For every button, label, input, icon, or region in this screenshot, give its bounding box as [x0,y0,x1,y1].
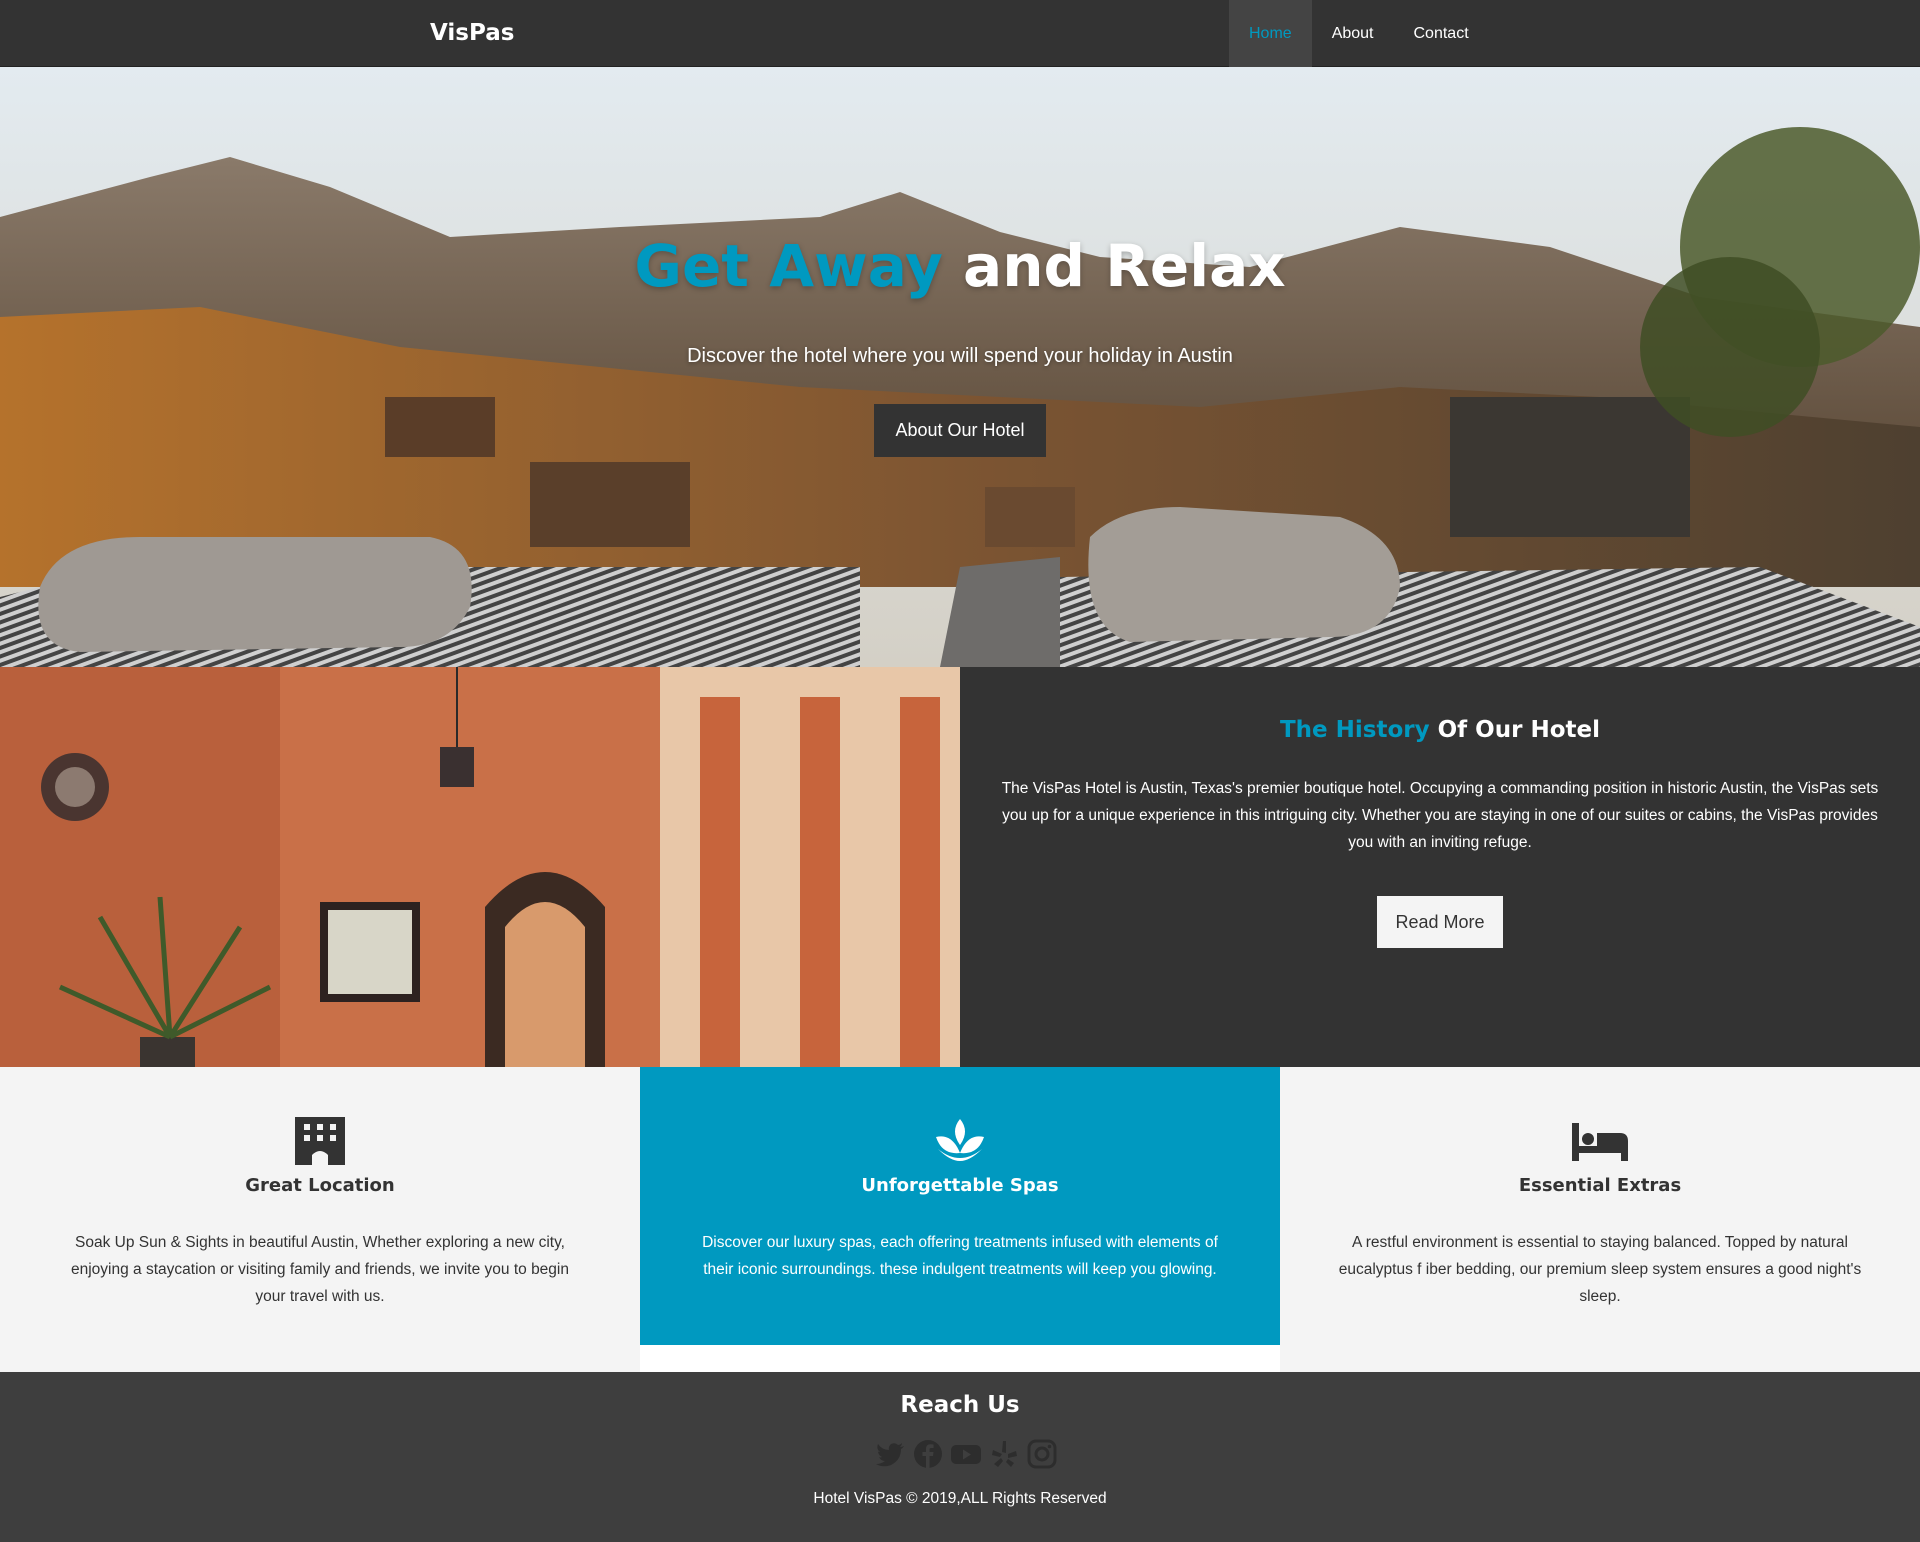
navbar: VisPas Home About Contact [0,0,1920,67]
history-title-rest: Of Our Hotel [1429,717,1600,743]
footer-title: Reach Us [900,1392,1020,1418]
social-links [874,1438,1058,1470]
feature-unforgettable-spas: Unforgettable Spas Discover our luxury s… [640,1067,1280,1345]
facebook-icon[interactable] [912,1438,944,1470]
feature-title: Essential Extras [1518,1175,1682,1196]
brand-logo[interactable]: VisPas [430,0,514,67]
footer: Reach Us Hotel VisPas © 2019,ALL Rights … [0,1372,1920,1542]
building-icon [295,1117,345,1165]
feature-title: Unforgettable Spas [861,1175,1059,1196]
bed-icon [1572,1123,1628,1161]
nav-links: Home About Contact [1229,0,1489,67]
hero-title: Get Away and Relax [0,232,1920,300]
nav-about-link[interactable]: About [1312,0,1394,67]
copyright-text: Hotel VisPas © 2019,ALL Rights Reserved [813,1490,1107,1507]
hero-subtitle: Discover the hotel where you will spend … [687,345,1233,367]
history-title-accent: The History [1279,717,1430,743]
history-text: The VisPas Hotel is Austin, Texas's prem… [1001,780,1879,851]
history-panel: The History Of Our Hotel The VisPas Hote… [960,667,1920,1067]
hero-title-rest: and Relax [942,232,1286,300]
feature-text: Discover our luxury spas, each offering … [702,1234,1218,1278]
feature-text: A restful environment is essential to st… [1338,1234,1862,1305]
nav-contact-link[interactable]: Contact [1394,0,1489,67]
youtube-icon[interactable] [950,1438,982,1470]
feature-text: Soak Up Sun & Sights in beautiful Austin… [71,1234,569,1305]
spa-lotus-icon [936,1119,984,1161]
nav-home-link[interactable]: Home [1229,0,1312,67]
feature-title: Great Location [245,1175,395,1196]
feature-essential-extras: Essential Extras A restful environment i… [1280,1067,1920,1372]
history-title: The History Of Our Hotel [960,717,1920,743]
features-section: Great Location Soak Up Sun & Sights in b… [0,1067,1920,1372]
hero-title-accent: Get Away [634,232,943,300]
feature-great-location: Great Location Soak Up Sun & Sights in b… [0,1067,640,1372]
hero-section: Get Away and Relax Discover the hotel wh… [0,67,1920,667]
twitter-icon[interactable] [874,1438,906,1470]
yelp-icon[interactable] [988,1438,1020,1470]
read-more-button[interactable]: Read More [1377,896,1503,948]
instagram-icon[interactable] [1026,1438,1058,1470]
spacer [640,1345,1280,1372]
hotel-interior-image [0,667,960,1067]
about-our-hotel-button[interactable]: About Our Hotel [874,404,1046,457]
